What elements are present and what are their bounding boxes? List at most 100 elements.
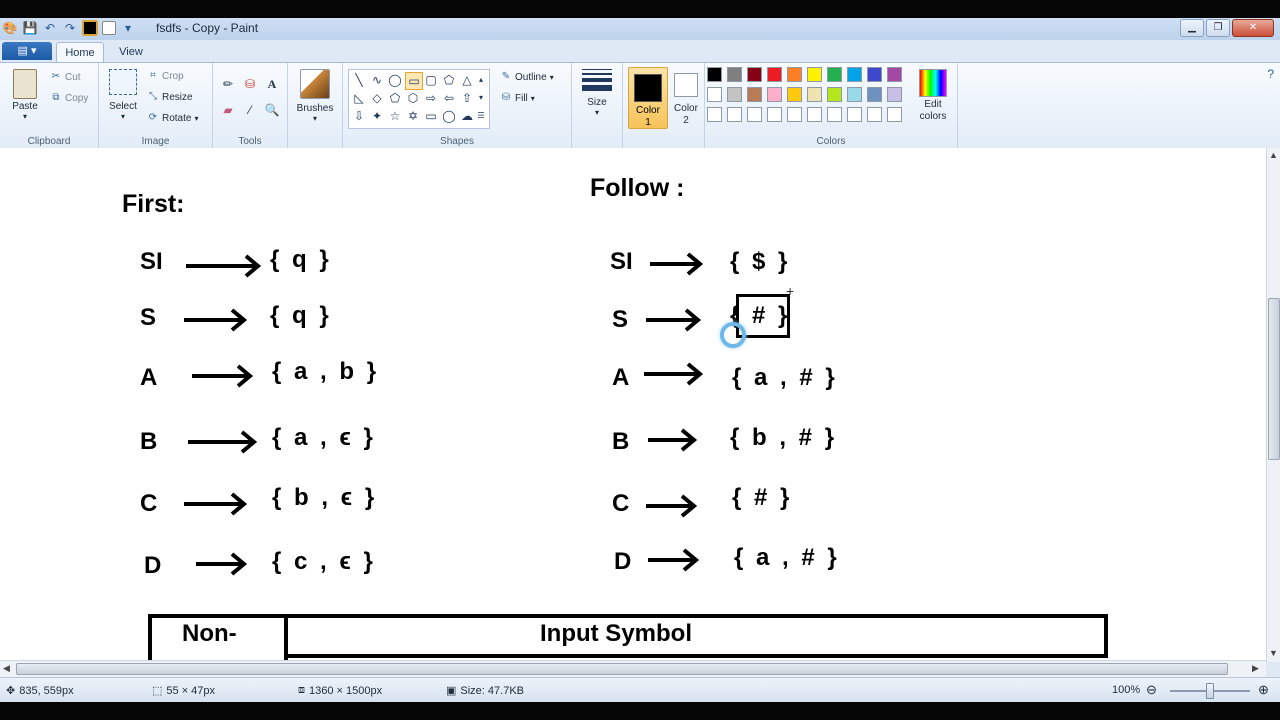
magnifier-icon[interactable]: 🔍 <box>263 101 281 119</box>
palette-swatch[interactable] <box>787 67 802 82</box>
color-picker-icon[interactable]: ⁄ <box>241 101 259 119</box>
palette-swatch[interactable] <box>727 87 742 102</box>
palette-swatch[interactable] <box>767 67 782 82</box>
zoom-in-icon[interactable]: ⊕ <box>1258 682 1269 698</box>
palette-swatch[interactable] <box>887 87 902 102</box>
palette-swatch[interactable] <box>847 87 862 102</box>
scroll-right-icon[interactable]: ▶ <box>1252 663 1259 674</box>
horizontal-scroll-thumb[interactable] <box>16 663 1228 675</box>
polygon-shape-icon[interactable]: ⬠ <box>441 72 457 88</box>
paste-button[interactable]: Paste ▾ <box>8 69 42 121</box>
close-button[interactable]: ✕ <box>1232 19 1274 37</box>
fill-button[interactable]: ⛁ Fill ▾ <box>500 92 535 104</box>
tab-home[interactable]: Home <box>56 42 104 63</box>
six-point-star-shape-icon[interactable]: ✡ <box>405 108 421 124</box>
palette-swatch[interactable] <box>847 107 862 122</box>
select-button[interactable]: Select ▾ <box>105 69 141 121</box>
canvas-area[interactable]: First: Follow : SI{ q } S{ q } A{ a , b } B… <box>0 148 1266 660</box>
palette-swatch[interactable] <box>727 67 742 82</box>
palette-swatch[interactable] <box>847 67 862 82</box>
first-row-arrow-icon <box>184 308 248 332</box>
triangle-shape-icon[interactable]: △ <box>459 72 475 88</box>
tab-view[interactable]: View <box>108 42 154 62</box>
palette-swatch[interactable] <box>707 107 722 122</box>
palette-swatch[interactable] <box>707 87 722 102</box>
zoom-slider-thumb[interactable] <box>1206 683 1214 699</box>
left-arrow-shape-icon[interactable]: ⇦ <box>441 90 457 106</box>
color1-button[interactable]: Color 1 <box>628 67 668 129</box>
pencil-icon[interactable]: ✏ <box>219 75 237 93</box>
vertical-scroll-thumb[interactable] <box>1268 298 1280 460</box>
eraser-icon[interactable]: ▰ <box>219 101 237 119</box>
minimize-button[interactable]: ▁ <box>1180 19 1204 37</box>
copy-button[interactable]: ⧉ Copy <box>50 92 88 104</box>
four-point-star-shape-icon[interactable]: ✦ <box>369 108 385 124</box>
paint-app-icon[interactable]: 🎨 <box>2 20 18 36</box>
palette-swatch[interactable] <box>807 67 822 82</box>
palette-swatch[interactable] <box>827 67 842 82</box>
resize-button[interactable]: ⤡ Resize <box>147 91 193 103</box>
palette-swatch[interactable] <box>827 87 842 102</box>
save-icon[interactable]: 💾 <box>22 20 38 36</box>
hexagon-shape-icon[interactable]: ⬡ <box>405 90 421 106</box>
undo-icon[interactable]: ↶ <box>42 20 58 36</box>
palette-swatch[interactable] <box>827 107 842 122</box>
scroll-left-icon[interactable]: ◀ <box>3 663 10 674</box>
rotate-button[interactable]: ⟳ Rotate ▾ <box>147 112 199 124</box>
redo-icon[interactable]: ↷ <box>62 20 78 36</box>
palette-swatch[interactable] <box>807 87 822 102</box>
maximize-button[interactable]: ❐ <box>1206 19 1230 37</box>
drawing-canvas[interactable]: First: Follow : SI{ q } S{ q } A{ a , b } B… <box>8 148 1266 660</box>
cloud-callout-shape-icon[interactable]: ☁ <box>459 108 475 124</box>
palette-swatch[interactable] <box>807 107 822 122</box>
scroll-up-icon[interactable]: ▲ <box>1269 150 1278 160</box>
rectangle-shape-icon[interactable]: ▭ <box>405 72 423 90</box>
crop-button[interactable]: ⌗ Crop <box>147 70 184 82</box>
right-arrow-shape-icon[interactable]: ⇨ <box>423 90 439 106</box>
up-arrow-shape-icon[interactable]: ⇧ <box>459 90 475 106</box>
down-arrow-shape-icon[interactable]: ⇩ <box>351 108 367 124</box>
palette-swatch[interactable] <box>747 87 762 102</box>
palette-swatch[interactable] <box>887 107 902 122</box>
palette-swatch[interactable] <box>767 107 782 122</box>
palette-swatch[interactable] <box>707 67 722 82</box>
curve-shape-icon[interactable]: ∿ <box>369 72 385 88</box>
shapes-expand-icon[interactable]: ☰ <box>475 108 487 124</box>
rect-callout-shape-icon[interactable]: ▭ <box>423 108 439 124</box>
shapes-scroll-down-icon[interactable]: ▾ <box>475 90 487 106</box>
fill-bucket-icon[interactable]: ⛁ <box>241 75 259 93</box>
palette-swatch[interactable] <box>767 87 782 102</box>
help-icon[interactable]: ? <box>1267 67 1274 81</box>
edit-colors-button[interactable]: Edit colors <box>915 67 951 123</box>
palette-swatch[interactable] <box>727 107 742 122</box>
palette-swatch[interactable] <box>887 67 902 82</box>
palette-swatch[interactable] <box>787 107 802 122</box>
palette-swatch[interactable] <box>867 107 882 122</box>
customize-quick-access-icon[interactable]: ▾ <box>120 20 136 36</box>
text-tool-icon[interactable]: A <box>263 75 281 93</box>
palette-swatch[interactable] <box>747 67 762 82</box>
rounded-rectangle-shape-icon[interactable]: ▢ <box>423 72 439 88</box>
diamond-shape-icon[interactable]: ◇ <box>369 90 385 106</box>
color1-preview-icon[interactable] <box>82 20 98 36</box>
oval-shape-icon[interactable]: ◯ <box>387 72 403 88</box>
palette-swatch[interactable] <box>867 87 882 102</box>
file-menu-button[interactable]: ▤ ▾ <box>2 42 52 60</box>
five-point-star-shape-icon[interactable]: ☆ <box>387 108 403 124</box>
size-button[interactable]: Size ▾ <box>578 69 616 117</box>
palette-swatch[interactable] <box>787 87 802 102</box>
right-triangle-shape-icon[interactable]: ◺ <box>351 90 367 106</box>
oval-callout-shape-icon[interactable]: ◯ <box>441 108 457 124</box>
shapes-scroll-up-icon[interactable]: ▴ <box>475 72 487 88</box>
color2-preview-icon[interactable] <box>102 21 116 35</box>
color2-button[interactable]: Color 2 <box>668 71 704 127</box>
brushes-button[interactable]: Brushes ▾ <box>294 69 336 123</box>
cut-button[interactable]: ✂ Cut <box>50 71 81 83</box>
palette-swatch[interactable] <box>867 67 882 82</box>
line-shape-icon[interactable]: ╲ <box>351 72 367 88</box>
scroll-down-icon[interactable]: ▼ <box>1269 648 1278 658</box>
pentagon-shape-icon[interactable]: ⬠ <box>387 90 403 106</box>
zoom-out-icon[interactable]: ⊖ <box>1146 682 1157 698</box>
palette-swatch[interactable] <box>747 107 762 122</box>
outline-button[interactable]: ✎ Outline ▾ <box>500 71 554 83</box>
